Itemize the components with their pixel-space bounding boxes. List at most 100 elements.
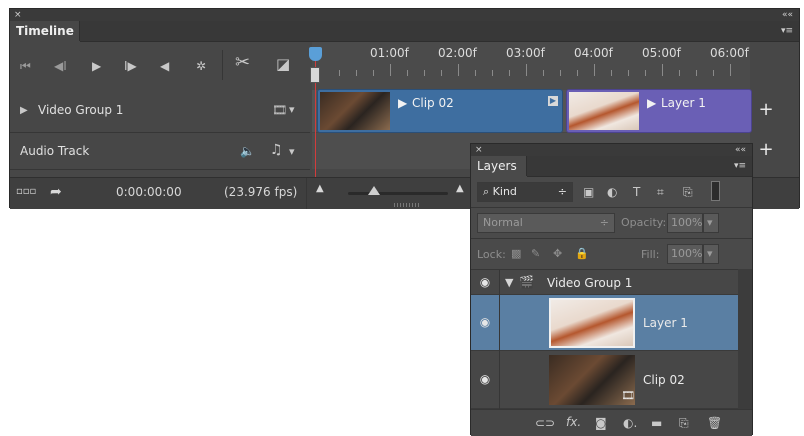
ruler-minor-tick bbox=[475, 70, 476, 76]
visibility-eye-icon[interactable]: ◉ bbox=[471, 315, 499, 329]
visibility-eye-icon[interactable]: ◉ bbox=[471, 372, 499, 386]
panel-menu-icon[interactable]: ▾≡ bbox=[781, 25, 793, 37]
play-icon[interactable]: ▶ bbox=[92, 58, 101, 74]
blend-mode-select[interactable]: Normal ÷ bbox=[477, 213, 615, 233]
close-icon[interactable]: × bbox=[475, 144, 483, 156]
divider bbox=[499, 270, 500, 295]
film-icon[interactable]: 🎞 bbox=[272, 102, 287, 118]
split-clip-icon[interactable]: ✂ bbox=[235, 54, 250, 72]
zoom-slider-thumb[interactable] bbox=[368, 186, 380, 195]
track-label: Audio Track bbox=[20, 144, 90, 158]
layer-row-clip-02[interactable]: ◉ 🎞 Clip 02 bbox=[471, 351, 738, 409]
ruler-minor-tick bbox=[441, 70, 442, 76]
lock-position-icon[interactable]: ✥ bbox=[553, 247, 562, 260]
fx-icon[interactable]: fx. bbox=[566, 414, 581, 430]
previous-frame-icon[interactable]: ◀I bbox=[54, 58, 67, 74]
clip-menu-icon[interactable]: ▶ bbox=[548, 96, 558, 106]
layer-name: Layer 1 bbox=[643, 316, 688, 330]
link-layers-icon[interactable]: ⊂⊃ bbox=[535, 415, 555, 431]
ruler-label: 04:00f bbox=[574, 46, 613, 60]
clip-play-icon[interactable]: ▶ bbox=[398, 96, 407, 110]
clip-title: Layer 1 bbox=[661, 96, 706, 110]
lock-transparency-icon[interactable]: ▩ bbox=[511, 247, 521, 260]
chevron-down-icon[interactable]: ▾ bbox=[289, 144, 295, 160]
smart-object-filter-icon[interactable]: ⎘ bbox=[683, 184, 693, 200]
lock-pixels-icon[interactable]: ✎ bbox=[531, 247, 540, 260]
scrollbar[interactable] bbox=[738, 269, 752, 409]
layer-row-layer-1[interactable]: ◉ Layer 1 bbox=[471, 295, 738, 351]
opacity-label: Opacity: bbox=[621, 216, 667, 229]
zoom-slider-track[interactable] bbox=[348, 192, 448, 195]
add-mask-icon[interactable]: ◙ bbox=[595, 415, 607, 431]
ruler-minor-tick bbox=[509, 70, 510, 76]
chevron-down-icon[interactable]: ▾ bbox=[289, 102, 295, 118]
adjustment-layer-icon[interactable]: ◐. bbox=[623, 415, 637, 431]
ruler-label: 02:00f bbox=[438, 46, 477, 60]
filter-toggle[interactable] bbox=[711, 181, 720, 201]
ruler-minor-tick bbox=[645, 70, 646, 76]
video-group-icon: 🎬 bbox=[519, 275, 534, 289]
pixel-filter-icon[interactable]: ▣ bbox=[583, 184, 594, 200]
panel-menu-icon[interactable]: ▾≡ bbox=[734, 160, 746, 172]
layers-tabstrip: ▾≡ bbox=[527, 156, 752, 177]
tab-timeline[interactable]: Timeline bbox=[10, 21, 80, 41]
clip-02[interactable]: ▶ Clip 02 ▶ bbox=[317, 89, 563, 133]
collapse-group-icon[interactable]: ▼ bbox=[505, 276, 513, 289]
frame-view-icon[interactable]: ▫▫▫ bbox=[16, 186, 36, 197]
transition-icon[interactable]: ◪ bbox=[276, 56, 290, 72]
resize-grip[interactable] bbox=[394, 203, 420, 207]
track-video-group[interactable]: ▶ Video Group 1 🎞 ▾ bbox=[10, 90, 310, 133]
playhead-handle[interactable] bbox=[309, 47, 322, 61]
collapse-icon[interactable]: «« bbox=[735, 144, 746, 156]
ruler-minor-tick bbox=[611, 70, 612, 76]
visibility-eye-icon[interactable]: ◉ bbox=[471, 275, 499, 289]
shape-filter-icon[interactable]: ⌗ bbox=[657, 184, 664, 200]
ruler-minor-tick bbox=[628, 70, 629, 76]
render-video-icon[interactable]: ➦ bbox=[50, 184, 62, 200]
fill-input[interactable]: 100% bbox=[667, 244, 703, 264]
music-note-icon[interactable]: ♫ bbox=[270, 142, 283, 158]
clip-play-icon[interactable]: ▶ bbox=[647, 96, 656, 110]
film-icon: 🎞 bbox=[621, 389, 635, 402]
zoom-in-icon[interactable]: ▲ bbox=[456, 183, 464, 194]
lock-all-icon[interactable]: 🔒 bbox=[575, 247, 589, 260]
divider bbox=[306, 178, 307, 209]
opacity-dropdown[interactable]: ▾ bbox=[703, 213, 719, 233]
divider bbox=[499, 351, 500, 409]
settings-icon[interactable]: ✲ bbox=[196, 58, 206, 74]
audio-icon[interactable]: ◀ bbox=[160, 58, 169, 74]
opacity-input[interactable]: 100% bbox=[667, 213, 703, 233]
fill-dropdown[interactable]: ▾ bbox=[703, 244, 719, 264]
new-group-icon[interactable]: ▬ bbox=[651, 415, 662, 431]
add-media-button[interactable]: + bbox=[751, 99, 781, 120]
trash-icon[interactable]: 🗑 bbox=[707, 415, 722, 431]
divider bbox=[471, 207, 752, 208]
track-audio[interactable]: Audio Track 🔈 ♫ ▾ bbox=[10, 133, 310, 170]
ruler-minor-tick bbox=[696, 70, 697, 76]
time-ruler[interactable]: 01:00f 02:00f 03:00f 04:00f 05:00f 06:00f bbox=[312, 42, 750, 91]
layer-name: Video Group 1 bbox=[547, 276, 633, 290]
clip-thumbnail bbox=[320, 92, 390, 130]
speaker-icon[interactable]: 🔈 bbox=[240, 143, 255, 159]
type-filter-icon[interactable]: T bbox=[633, 184, 640, 200]
layer-thumbnail bbox=[549, 298, 635, 348]
layer-row-video-group-1[interactable]: ◉ ▼ 🎬 Video Group 1 bbox=[471, 270, 738, 295]
divider bbox=[499, 295, 500, 351]
ruler-label: 01:00f bbox=[370, 46, 409, 60]
tab-layers[interactable]: Layers bbox=[471, 156, 527, 176]
filter-kind-select[interactable]: ⌕ Kind ÷ bbox=[477, 182, 573, 202]
close-icon[interactable]: × bbox=[14, 9, 22, 21]
ruler-minor-tick bbox=[339, 70, 340, 76]
new-layer-icon[interactable]: ⎘ bbox=[679, 415, 689, 431]
adjustment-filter-icon[interactable]: ◐ bbox=[607, 184, 617, 200]
timeline-titlebar: × «« bbox=[10, 9, 799, 21]
collapse-icon[interactable]: «« bbox=[782, 9, 793, 21]
ruler-tick bbox=[458, 64, 459, 76]
expand-icon[interactable]: ▶ bbox=[20, 103, 28, 119]
work-area-start-handle[interactable] bbox=[310, 67, 320, 83]
zoom-out-icon[interactable]: ▲ bbox=[316, 183, 324, 194]
clip-layer-1[interactable]: ▶ Layer 1 bbox=[566, 89, 752, 133]
add-audio-button[interactable]: + bbox=[751, 139, 781, 160]
next-frame-icon[interactable]: I▶ bbox=[124, 58, 137, 74]
go-to-first-frame-icon[interactable]: ⏮ bbox=[20, 58, 31, 74]
